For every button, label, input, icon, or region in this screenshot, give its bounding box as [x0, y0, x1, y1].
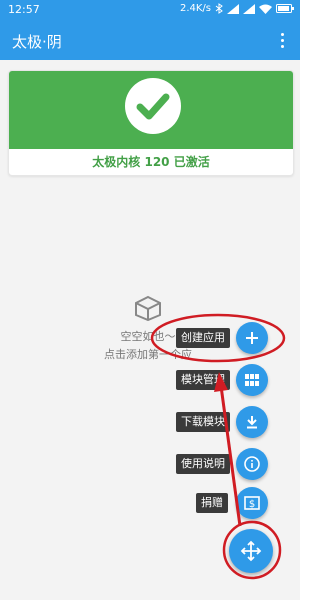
move-arrows-icon — [240, 540, 262, 562]
grid-icon — [245, 374, 259, 386]
empty-box-icon — [135, 295, 161, 322]
fab-label-instructions[interactable]: 使用说明 — [176, 454, 230, 474]
app-bar: 太极·阴 — [0, 20, 300, 60]
overflow-menu-icon[interactable] — [272, 28, 292, 52]
plus-icon — [246, 332, 258, 344]
download-icon — [247, 416, 257, 429]
empty-hint: 点击添加第一个应 — [104, 348, 192, 361]
status-banner — [9, 71, 293, 149]
battery-icon — [276, 4, 294, 13]
fab-label-donate[interactable]: 捐赠 — [196, 493, 228, 513]
fab-instructions-button[interactable] — [236, 448, 268, 480]
status-icons: 2.4K/s — [180, 3, 294, 14]
bluetooth-icon — [215, 3, 223, 14]
fab-download-module-button[interactable] — [236, 406, 268, 438]
app-title: 太极·阴 — [12, 33, 62, 51]
network-speed: 2.4K/s — [179, 3, 211, 14]
signal-icon — [243, 3, 255, 14]
status-bar: 12:57 2.4K/s — [0, 0, 300, 20]
fab-label-module-manage[interactable]: 模块管理 — [176, 370, 230, 390]
status-time: 12:57 — [8, 3, 40, 16]
framework-status-text: 太极内核 120 已激活 — [92, 155, 210, 169]
signal-icon — [227, 3, 239, 14]
fab-module-manage-button[interactable] — [236, 364, 268, 396]
framework-status-card[interactable]: 太极内核 120 已激活 — [8, 70, 294, 176]
fab-label-download-module[interactable]: 下载模块 — [176, 412, 230, 432]
fab-main-button[interactable] — [229, 529, 273, 573]
fab-donate-button[interactable]: $ — [236, 487, 268, 519]
wifi-icon — [259, 4, 272, 14]
svg-text:$: $ — [249, 499, 255, 510]
fab-create-app-button[interactable] — [236, 322, 268, 354]
check-icon — [125, 78, 181, 134]
fab-label-create-app[interactable]: 创建应用 — [176, 328, 230, 348]
info-icon — [244, 456, 260, 472]
donate-icon: $ — [244, 496, 260, 510]
